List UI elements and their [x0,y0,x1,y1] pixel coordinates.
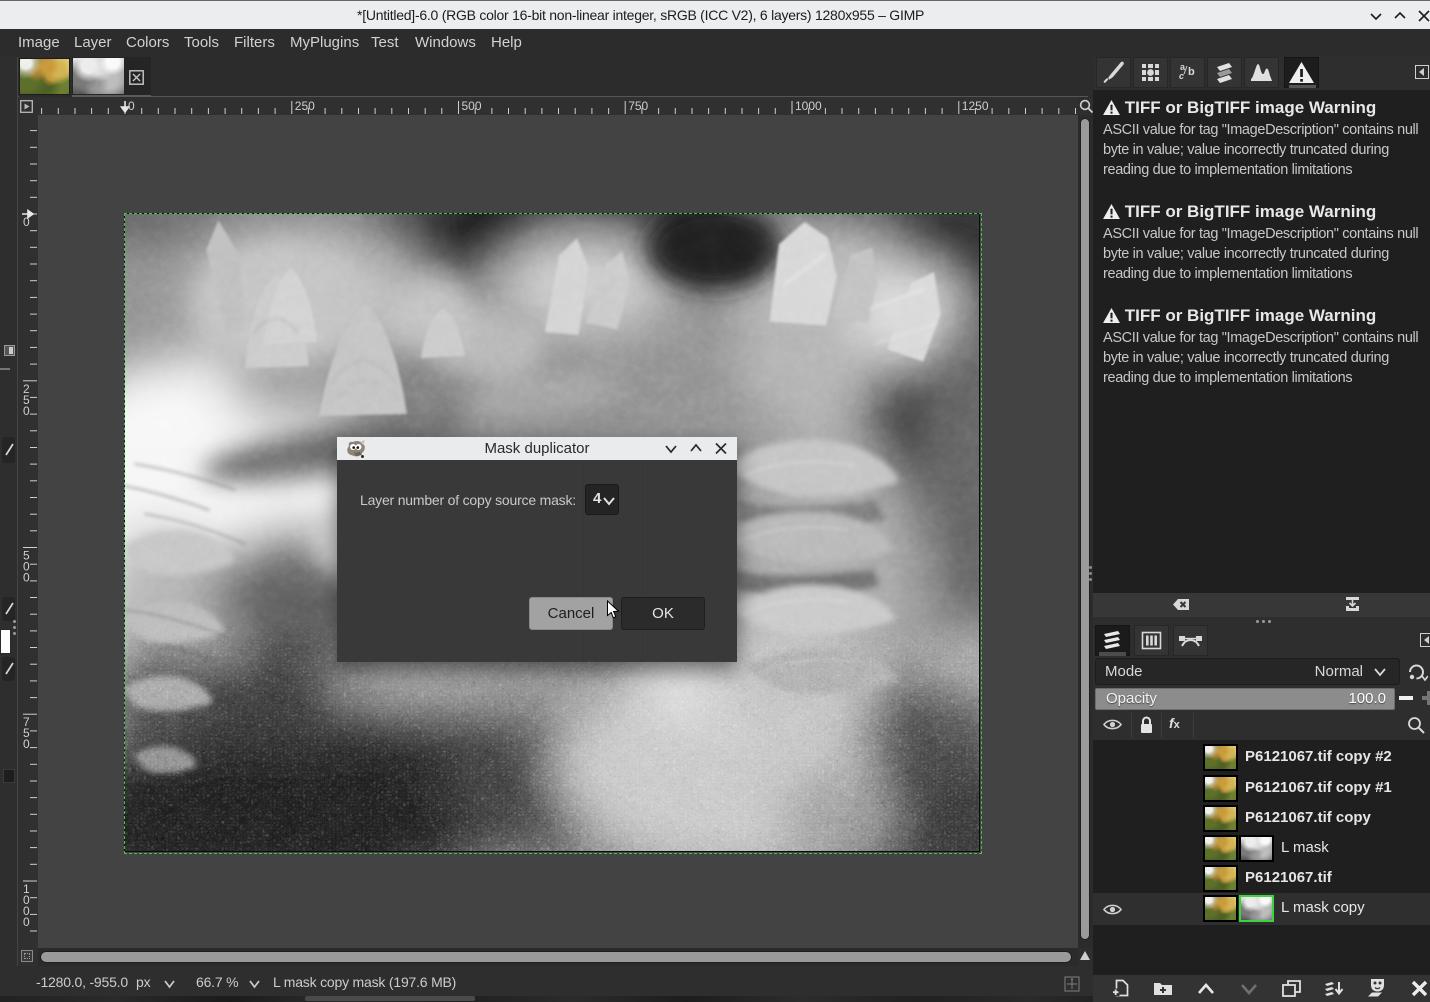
svg-text:0: 0 [128,99,135,113]
svg-text:750: 750 [628,99,648,113]
svg-text:c: c [1179,71,1184,81]
svg-text:0: 0 [23,737,30,751]
svg-text:500: 500 [462,99,482,113]
svg-text:250: 250 [295,99,315,113]
svg-text:0: 0 [23,915,30,929]
svg-text:0: 0 [23,404,30,418]
svg-text:b: b [1188,66,1195,78]
svg-text:0: 0 [23,571,30,585]
